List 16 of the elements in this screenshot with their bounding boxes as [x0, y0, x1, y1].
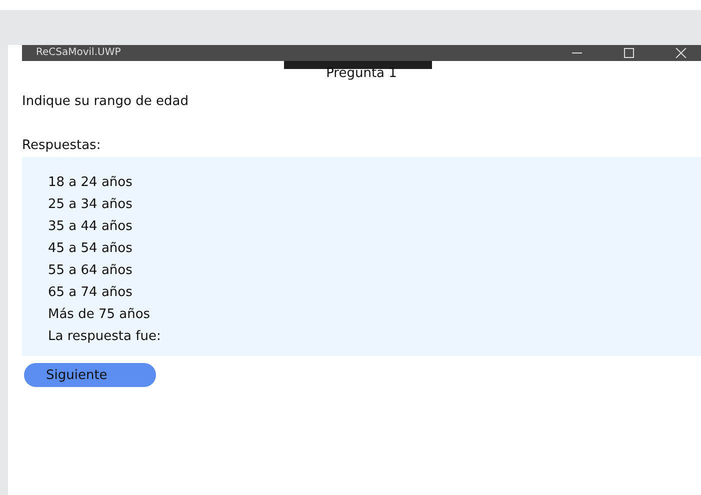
drag-handle[interactable] — [284, 61, 432, 69]
answer-option[interactable]: 65 a 74 años — [48, 282, 701, 304]
answer-option[interactable]: 55 a 64 años — [48, 260, 701, 282]
answer-option[interactable]: 25 a 34 años — [48, 194, 701, 216]
result-label: La respuesta fue: — [48, 328, 162, 346]
question-text: Indique su rango de edad — [22, 93, 190, 111]
answers-label: Respuestas: — [22, 137, 102, 155]
maximize-icon[interactable] — [623, 48, 635, 58]
answer-option[interactable]: 45 a 54 años — [48, 238, 701, 260]
answer-option[interactable]: Más de 75 años — [48, 304, 701, 326]
close-icon[interactable] — [675, 48, 687, 58]
answer-option[interactable]: 35 a 44 años — [48, 216, 701, 238]
answer-option[interactable]: 18 a 24 años — [48, 172, 701, 194]
window-title: ReCSaMovil.UWP — [36, 47, 121, 59]
page-heading: Pregunta 1 — [325, 67, 398, 81]
next-button[interactable]: Siguiente — [24, 363, 156, 387]
